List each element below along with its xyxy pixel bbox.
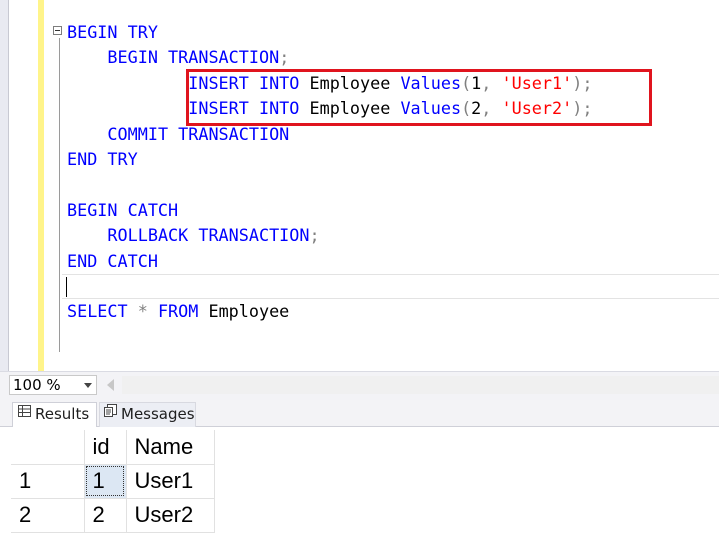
name-cell[interactable]: User2 <box>126 498 215 533</box>
editor-left-margin <box>0 0 8 371</box>
code-line[interactable]: END TRY <box>67 147 592 172</box>
code-token: BEGIN CATCH <box>67 199 179 220</box>
row-number-cell[interactable]: 2 <box>11 498 85 533</box>
code-token: * <box>127 301 158 322</box>
name-cell[interactable]: User1 <box>126 464 215 499</box>
table-header-row: id Name <box>11 430 215 465</box>
table-row: 1 1 User1 <box>11 464 215 499</box>
code-line[interactable]: BEGIN CATCH <box>67 198 592 223</box>
id-cell[interactable]: 2 <box>84 498 127 533</box>
results-tab-strip: Results Messages <box>0 398 719 427</box>
code-token: BEGIN TRANSACTION <box>107 47 280 68</box>
zoom-select[interactable]: 100 % <box>9 375 97 395</box>
code-token: COMMIT TRANSACTION <box>107 123 290 144</box>
collapse-box-icon[interactable] <box>53 26 62 35</box>
code-line[interactable]: BEGIN TRY <box>67 20 592 45</box>
column-header-rownum[interactable] <box>11 430 85 465</box>
outline-fold-line <box>59 38 60 352</box>
dropdown-arrow-icon[interactable] <box>84 383 92 388</box>
row-number-cell[interactable]: 1 <box>11 464 85 499</box>
sql-code[interactable]: BEGIN TRY BEGIN TRANSACTION; INSERT INTO… <box>67 20 592 325</box>
table-row: 2 2 User2 <box>11 498 215 533</box>
messages-icon <box>104 401 117 424</box>
results-grid: id Name 1 1 User1 2 2 User2 <box>0 427 719 548</box>
annotation-highlight-box <box>186 69 652 126</box>
code-line[interactable] <box>67 172 592 197</box>
change-tracking-bar <box>38 0 44 371</box>
zoom-bar: 100 % <box>0 371 719 398</box>
column-header-id[interactable]: id <box>84 430 127 465</box>
id-cell[interactable]: 1 <box>84 464 127 499</box>
code-line[interactable]: SELECT * FROM Employee <box>67 299 592 324</box>
code-line[interactable]: BEGIN TRANSACTION; <box>67 45 592 70</box>
tab-messages-label: Messages <box>121 405 195 423</box>
tab-results-label: Results <box>35 405 90 423</box>
grid-icon <box>18 401 31 424</box>
code-token: ROLLBACK TRANSACTION <box>107 225 310 246</box>
results-table: id Name 1 1 User1 2 2 User2 <box>11 430 215 533</box>
code-token: ; <box>279 47 290 68</box>
code-token: END CATCH <box>67 250 158 271</box>
column-header-name[interactable]: Name <box>126 430 215 465</box>
code-token: FROM <box>157 301 199 322</box>
code-line[interactable] <box>67 274 592 299</box>
gutter-divider <box>8 0 9 371</box>
tab-results[interactable]: Results <box>12 402 97 427</box>
code-token: ; <box>309 225 320 246</box>
code-token: SELECT <box>67 301 128 322</box>
code-token: BEGIN TRY <box>67 22 158 42</box>
zoom-value: 100 % <box>13 376 61 394</box>
horizontal-scrollbar[interactable] <box>122 376 719 394</box>
code-token: Employee <box>198 301 290 322</box>
query-editor[interactable]: BEGIN TRY BEGIN TRANSACTION; INSERT INTO… <box>0 0 719 371</box>
scroll-left-arrow-icon[interactable] <box>107 379 114 391</box>
code-line[interactable]: ROLLBACK TRANSACTION; <box>67 223 592 248</box>
code-line[interactable]: END CATCH <box>67 249 592 274</box>
tab-messages[interactable]: Messages <box>99 402 196 427</box>
code-token: END TRY <box>67 148 138 169</box>
